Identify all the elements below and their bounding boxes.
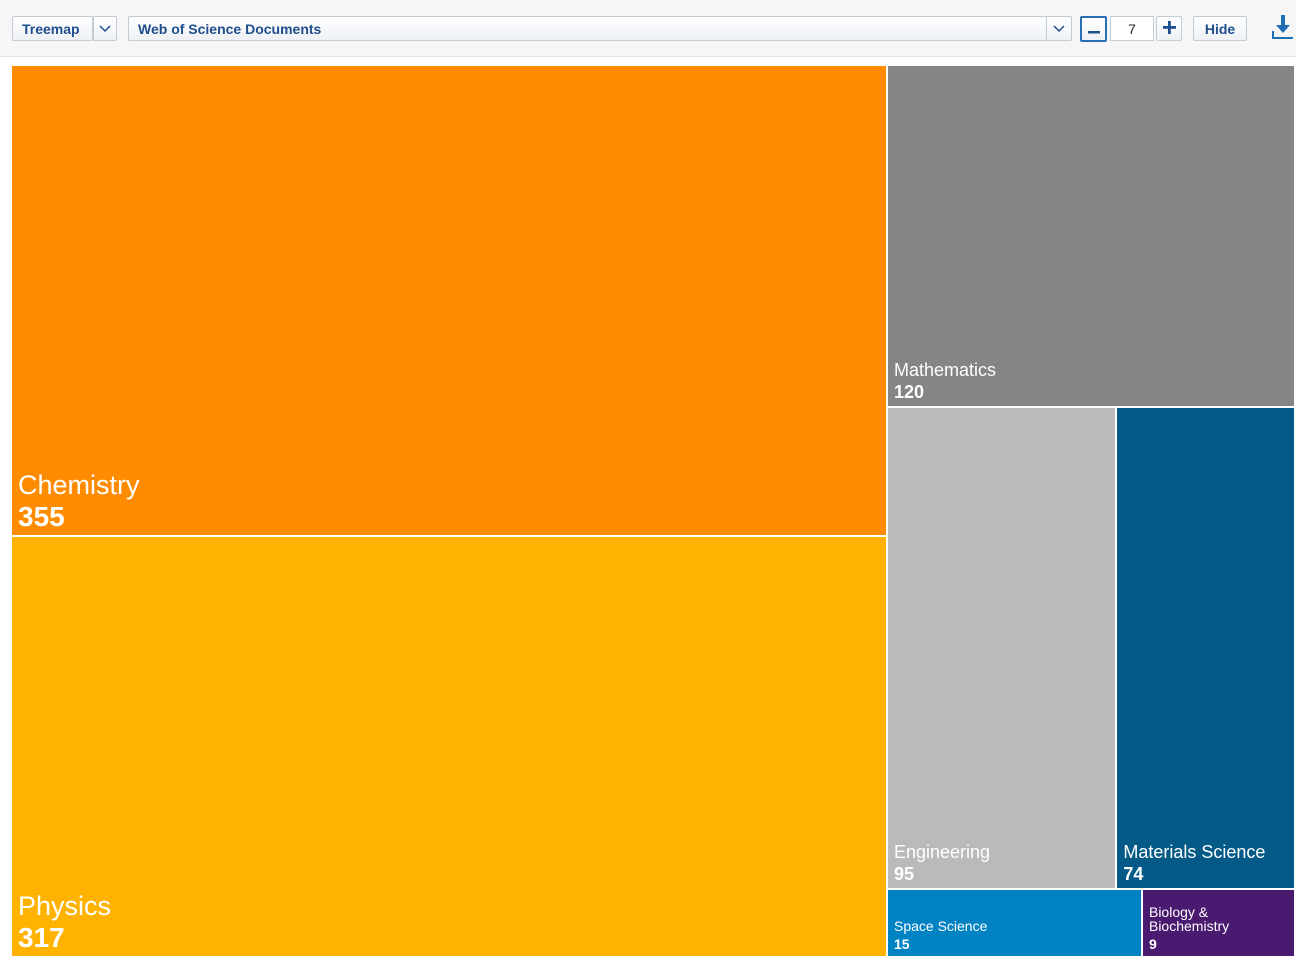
treemap-cell-label: Physics	[18, 890, 112, 921]
treemap-cell[interactable]: Mathematics 120	[887, 66, 1294, 406]
item-count-input[interactable]	[1110, 16, 1154, 41]
chevron-down-icon	[1053, 24, 1065, 33]
treemap-cell-label: Space Science	[893, 918, 988, 935]
treemap-cell-value: 15	[893, 935, 910, 952]
treemap-cell-label: Materials Science	[1123, 841, 1266, 862]
download-button[interactable]	[1268, 12, 1296, 44]
chevron-down-icon	[99, 24, 111, 33]
treemap-cell[interactable]: Engineering 95	[887, 407, 1116, 888]
visualization-type-dropdown-button[interactable]	[93, 16, 117, 41]
treemap-cell-value: 355	[18, 501, 65, 533]
treemap-cell-value: 9	[1148, 935, 1157, 952]
treemap-cell-label: Chemistry	[18, 469, 140, 500]
decrease-count-button[interactable]	[1080, 16, 1107, 42]
treemap-cell-label: Engineering	[893, 841, 991, 862]
treemap-cell-value: 95	[893, 863, 915, 884]
plus-icon	[1162, 20, 1176, 37]
hide-button[interactable]: Hide	[1193, 16, 1247, 41]
metric-select[interactable]: Web of Science Documents	[128, 16, 1072, 41]
treemap-cell-value: 120	[893, 381, 925, 402]
toolbar: Treemap Web of Science Documents Hide	[0, 0, 1296, 57]
treemap-cell[interactable]: Space Science 15	[887, 889, 1141, 956]
treemap-cell-label: Mathematics	[893, 360, 997, 381]
treemap-cell[interactable]: Physics 317	[12, 537, 886, 956]
hide-button-label: Hide	[1204, 20, 1236, 37]
metric-dropdown-button[interactable]	[1046, 17, 1071, 40]
minus-icon	[1087, 21, 1100, 37]
increase-count-button[interactable]	[1156, 16, 1182, 41]
download-icon	[1270, 13, 1294, 44]
treemap-cell[interactable]: Materials Science 74	[1117, 407, 1294, 888]
treemap-cell[interactable]: Biology & Biochemistry 9	[1142, 889, 1294, 956]
treemap-chart: Chemistry 355 Physics 317 Mathematics 120 Engi…	[12, 66, 1296, 958]
metric-label: Web of Science Documents	[138, 20, 322, 37]
treemap-cell-value: 74	[1123, 863, 1144, 884]
treemap-cell-value: 317	[18, 921, 65, 953]
treemap-cell-label: Biology & Biochemistry	[1148, 903, 1230, 934]
treemap-cell[interactable]: Chemistry 355	[12, 66, 886, 536]
visualization-type-select[interactable]: Treemap	[12, 16, 93, 41]
visualization-type-label: Treemap	[22, 20, 80, 37]
